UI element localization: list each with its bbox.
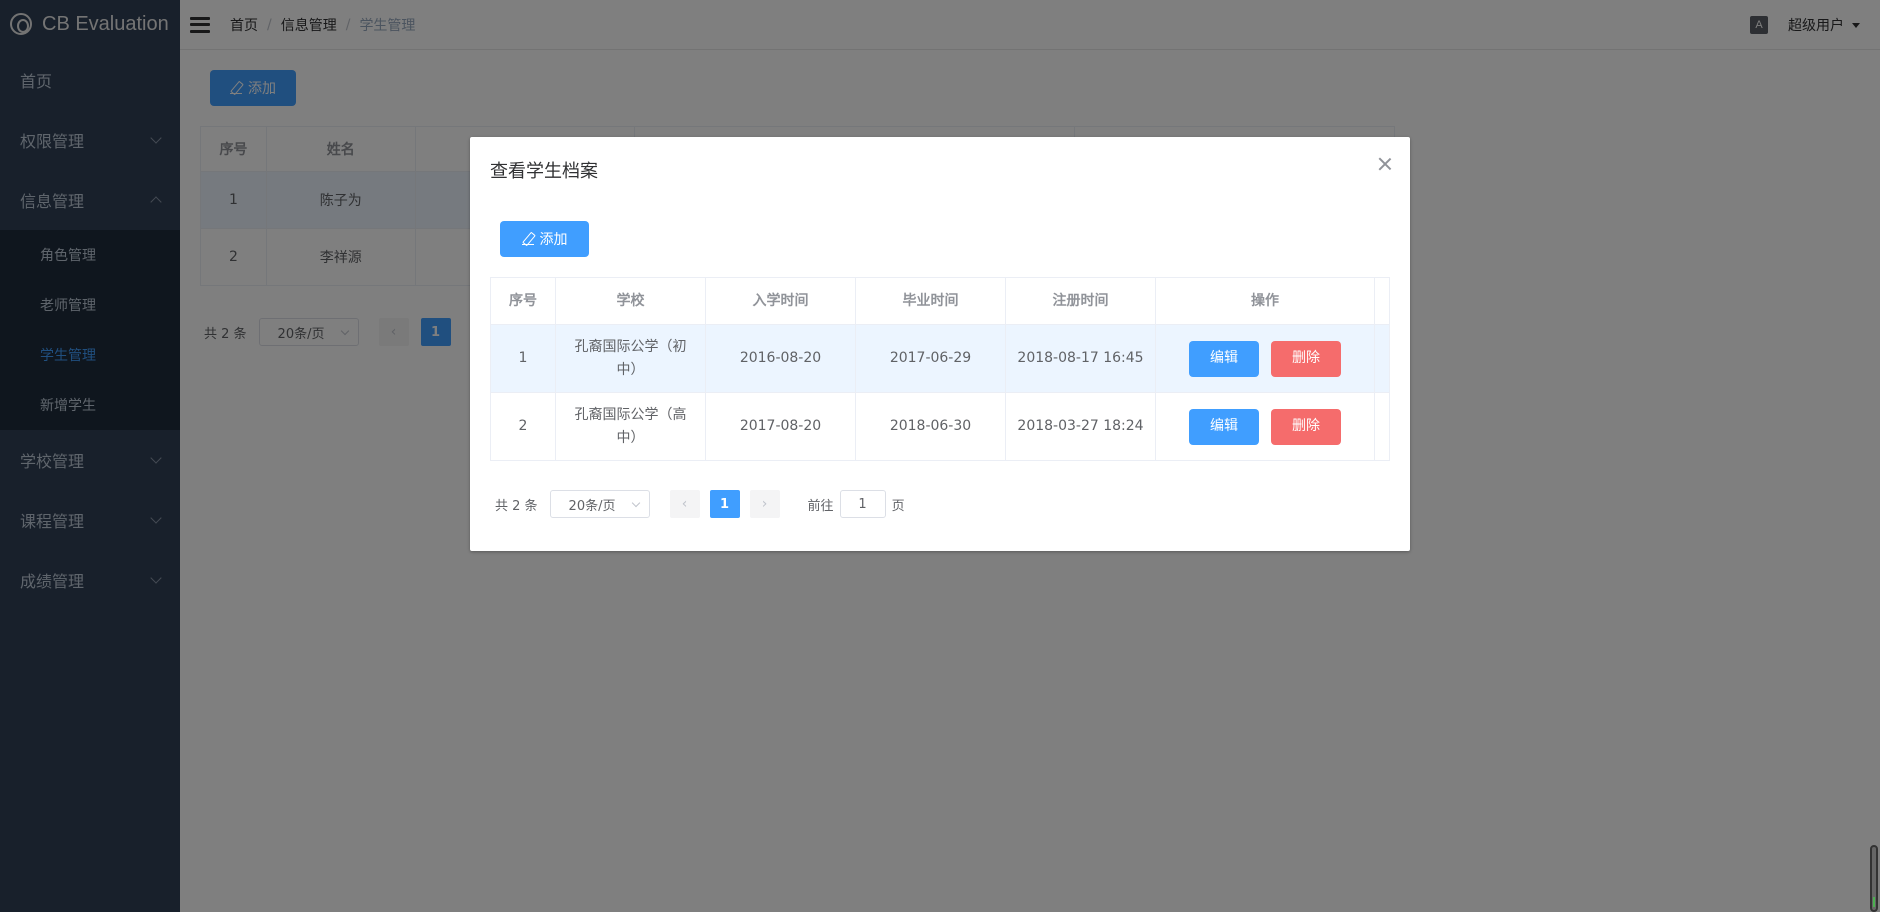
cell-graduate-date: 2018-06-30 <box>856 393 1006 460</box>
column-header-index: 序号 <box>491 278 556 324</box>
page-size-select[interactable]: 20条/页 <box>549 490 650 518</box>
records-table: 序号 学校 入学时间 毕业时间 注册时间 操作 1 孔裔国际公学（初中） 201… <box>490 277 1390 461</box>
cell-actions: 编辑 删除 <box>1156 325 1375 392</box>
column-header-enroll: 入学时间 <box>706 278 856 324</box>
delete-button[interactable]: 删除 <box>1271 340 1341 377</box>
dialog-pagination: 共 2 条 20条/页 ‹ 1 › 前往 1 页 <box>495 490 905 518</box>
table-row[interactable]: 2 孔裔国际公学（高中） 2017-08-20 2018-06-30 2018-… <box>491 393 1389 460</box>
cell-register-time: 2018-08-17 16:45 <box>1006 325 1156 392</box>
table-row[interactable]: 1 孔裔国际公学（初中） 2016-08-20 2017-06-29 2018-… <box>491 325 1389 393</box>
cell-enroll-date: 2016-08-20 <box>706 325 856 392</box>
dialog-title: 查看学生档案 <box>490 161 598 182</box>
table-gutter <box>1375 393 1389 460</box>
cell-register-time: 2018-03-27 18:24 <box>1006 393 1156 460</box>
table-gutter <box>1375 325 1389 392</box>
column-header-register: 注册时间 <box>1006 278 1156 324</box>
cell-actions: 编辑 删除 <box>1156 393 1375 460</box>
cell-index: 2 <box>491 393 556 460</box>
next-page-button[interactable]: › <box>749 490 780 518</box>
page-number-current[interactable]: 1 <box>709 490 740 518</box>
pagination-total: 共 2 条 <box>495 498 538 514</box>
goto-suffix: 页 <box>891 498 905 514</box>
cell-graduate-date: 2017-06-29 <box>856 325 1006 392</box>
prev-page-button[interactable]: ‹ <box>669 490 700 518</box>
cell-school: 孔裔国际公学（初中） <box>556 325 706 392</box>
add-button-label: 添加 <box>539 232 568 248</box>
chevron-down-icon <box>631 498 640 507</box>
goto-prefix: 前往 <box>807 498 834 514</box>
delete-button[interactable]: 删除 <box>1271 408 1341 445</box>
edit-icon <box>521 233 534 245</box>
edit-button[interactable]: 编辑 <box>1189 340 1259 377</box>
edit-button[interactable]: 编辑 <box>1189 408 1259 445</box>
student-records-dialog: 查看学生档案 添加 序号 学校 入学时间 毕业时间 注册时间 操作 1 孔裔国际… <box>470 137 1410 551</box>
add-record-button[interactable]: 添加 <box>500 221 589 257</box>
cell-enroll-date: 2017-08-20 <box>706 393 856 460</box>
page-size-value: 20条/页 <box>568 498 616 514</box>
close-icon[interactable] <box>1378 157 1392 171</box>
table-gutter <box>1375 278 1389 324</box>
column-header-school: 学校 <box>556 278 706 324</box>
goto-page-input[interactable]: 1 <box>839 490 886 518</box>
cell-school: 孔裔国际公学（高中） <box>556 393 706 460</box>
table-header: 序号 学校 入学时间 毕业时间 注册时间 操作 <box>491 278 1389 325</box>
column-header-graduate: 毕业时间 <box>856 278 1006 324</box>
scrollbar-thumb[interactable] <box>1870 845 1878 912</box>
column-header-actions: 操作 <box>1156 278 1375 324</box>
cell-index: 1 <box>491 325 556 392</box>
